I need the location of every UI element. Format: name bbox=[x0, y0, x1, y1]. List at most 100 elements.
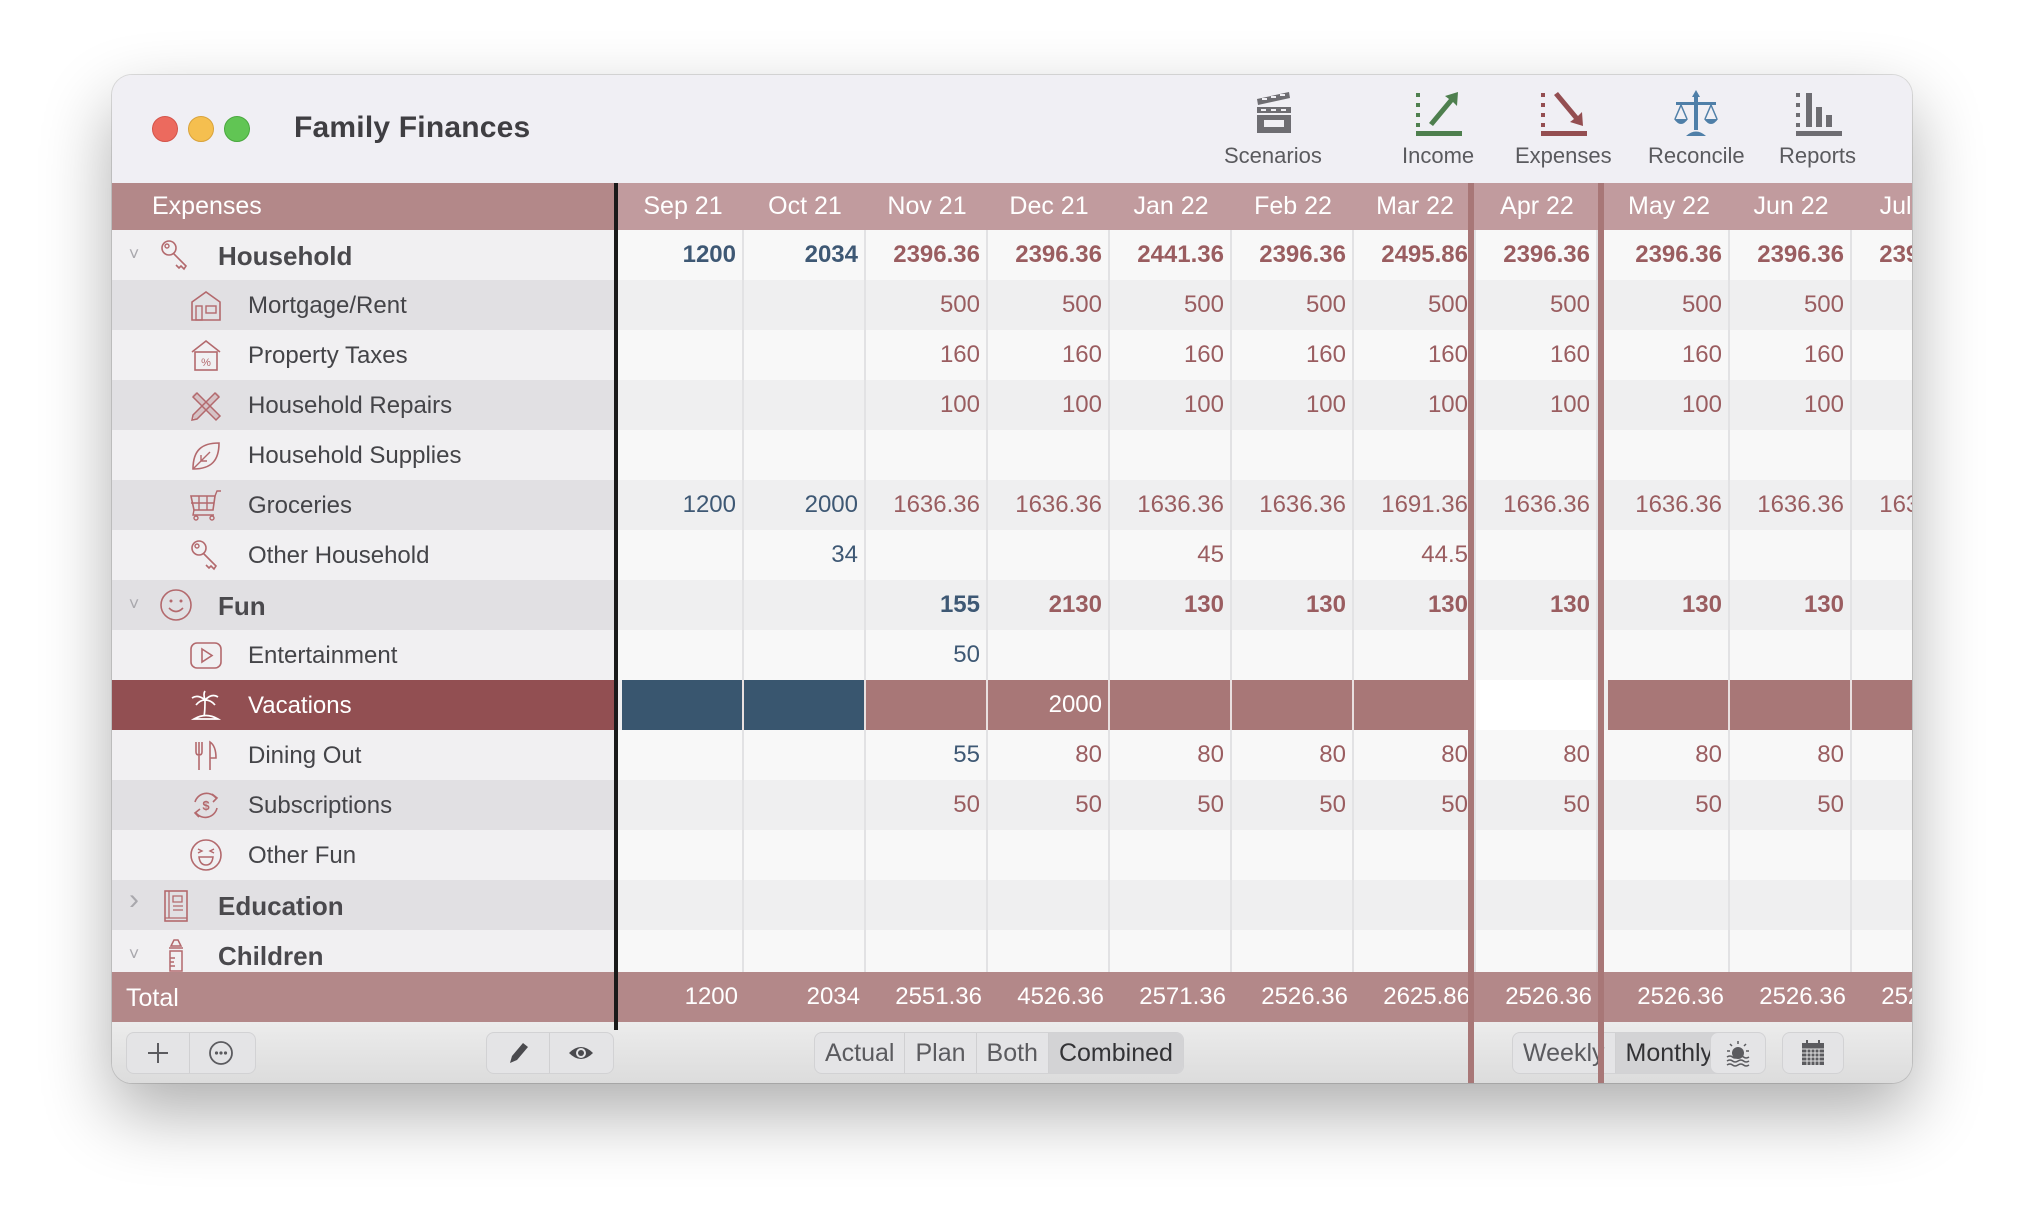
view-mode-combined[interactable]: Combined bbox=[1048, 1033, 1183, 1073]
reconcile-button[interactable]: Reconcile bbox=[1648, 89, 1745, 175]
value-cell[interactable] bbox=[744, 730, 866, 780]
column-header-feb-22[interactable]: Feb 22 bbox=[1232, 183, 1354, 230]
value-cell[interactable] bbox=[1476, 680, 1598, 730]
period-monthly[interactable]: Monthly bbox=[1615, 1033, 1724, 1073]
value-cell[interactable] bbox=[988, 830, 1110, 880]
column-header-may-22[interactable]: May 22 bbox=[1608, 183, 1730, 230]
value-cell[interactable]: 1636.36 bbox=[1110, 480, 1232, 530]
category-row-household-supplies[interactable]: Household Supplies bbox=[112, 430, 614, 480]
column-header-sep-21[interactable]: Sep 21 bbox=[622, 183, 744, 230]
category-row-household-repairs[interactable]: Household Repairs bbox=[112, 380, 614, 430]
value-cell[interactable] bbox=[1608, 430, 1730, 480]
value-cell[interactable] bbox=[866, 530, 988, 580]
category-row-property-taxes[interactable]: % Property Taxes bbox=[112, 330, 614, 380]
value-cell[interactable] bbox=[1354, 630, 1476, 680]
value-cell[interactable]: 160 bbox=[1730, 330, 1852, 380]
value-cell[interactable] bbox=[1608, 680, 1730, 730]
value-cell[interactable]: 1200 bbox=[622, 480, 744, 530]
value-cell[interactable] bbox=[866, 830, 988, 880]
value-cell[interactable] bbox=[1232, 880, 1354, 930]
value-cell[interactable]: 34 bbox=[744, 530, 866, 580]
value-cell[interactable]: 160 bbox=[1354, 330, 1476, 380]
value-cell[interactable]: 155 bbox=[866, 580, 988, 630]
income-button[interactable]: Income bbox=[1402, 89, 1474, 175]
value-cell[interactable] bbox=[988, 530, 1110, 580]
value-cell[interactable] bbox=[1232, 930, 1354, 972]
value-cell[interactable] bbox=[866, 930, 988, 972]
value-cell[interactable]: 1200 bbox=[622, 230, 744, 280]
column-header-dec-21[interactable]: Dec 21 bbox=[988, 183, 1110, 230]
value-cell[interactable] bbox=[744, 580, 866, 630]
value-cell[interactable] bbox=[866, 430, 988, 480]
value-cell[interactable]: 2495.86 bbox=[1354, 230, 1476, 280]
column-header-mar-22[interactable]: Mar 22 bbox=[1354, 183, 1476, 230]
value-cell[interactable] bbox=[1608, 630, 1730, 680]
value-cell[interactable]: 1636.36 bbox=[988, 480, 1110, 530]
value-cell[interactable] bbox=[744, 280, 866, 330]
value-cell[interactable]: 130 bbox=[1354, 580, 1476, 630]
value-cell[interactable]: 50 bbox=[1608, 780, 1730, 830]
category-row-mortgage-rent[interactable]: Mortgage/Rent bbox=[112, 280, 614, 330]
value-cell[interactable]: 100 bbox=[1110, 380, 1232, 430]
value-cell[interactable]: 1636.36 bbox=[1608, 480, 1730, 530]
value-cell[interactable]: 500 bbox=[988, 280, 1110, 330]
value-cell[interactable]: 50 bbox=[1110, 780, 1232, 830]
value-cell[interactable] bbox=[1608, 930, 1730, 972]
value-cell[interactable] bbox=[1852, 880, 1912, 930]
value-cell[interactable]: 2000 bbox=[744, 480, 866, 530]
value-cell[interactable]: 1636.36 bbox=[1476, 480, 1598, 530]
value-cell[interactable]: 80 bbox=[1110, 730, 1232, 780]
value-cell[interactable]: 160 bbox=[988, 330, 1110, 380]
value-cell[interactable] bbox=[622, 630, 744, 680]
value-cell[interactable]: 500 bbox=[1476, 280, 1598, 330]
value-cell[interactable] bbox=[1852, 930, 1912, 972]
value-cell[interactable]: 500 bbox=[1852, 280, 1912, 330]
value-cell[interactable]: 500 bbox=[1110, 280, 1232, 330]
value-cell[interactable]: 130 bbox=[1476, 580, 1598, 630]
value-cell[interactable] bbox=[1354, 680, 1476, 730]
chevron-down-icon[interactable]: ˅ bbox=[124, 594, 144, 614]
reports-button[interactable]: Reports bbox=[1779, 89, 1856, 175]
view-mode-plan[interactable]: Plan bbox=[905, 1033, 977, 1073]
value-cell[interactable]: 2130 bbox=[988, 580, 1110, 630]
value-cell[interactable] bbox=[1354, 930, 1476, 972]
value-cell[interactable]: 2396.36 bbox=[1608, 230, 1730, 280]
value-cell[interactable]: 2000 bbox=[988, 680, 1110, 730]
value-cell[interactable]: 55 bbox=[866, 730, 988, 780]
expenses-button[interactable]: Expenses bbox=[1515, 89, 1612, 175]
column-header-jul-22[interactable]: Jul 22 bbox=[1852, 183, 1912, 230]
value-cell[interactable]: 100 bbox=[988, 380, 1110, 430]
value-cell[interactable] bbox=[622, 330, 744, 380]
value-cell[interactable]: 160 bbox=[1232, 330, 1354, 380]
preview-button[interactable] bbox=[550, 1033, 612, 1073]
today-button[interactable] bbox=[1711, 1033, 1765, 1073]
value-cell[interactable] bbox=[622, 930, 744, 972]
value-cell[interactable]: 500 bbox=[1354, 280, 1476, 330]
value-cell[interactable] bbox=[1852, 630, 1912, 680]
value-cell[interactable]: 500 bbox=[1232, 280, 1354, 330]
value-cell[interactable] bbox=[1608, 880, 1730, 930]
value-cell[interactable] bbox=[1852, 780, 1912, 830]
value-cell[interactable] bbox=[1730, 880, 1852, 930]
value-cell[interactable]: 1636.36 bbox=[866, 480, 988, 530]
value-cell[interactable] bbox=[744, 830, 866, 880]
value-cell[interactable]: 80 bbox=[1608, 730, 1730, 780]
column-header-jan-22[interactable]: Jan 22 bbox=[1110, 183, 1232, 230]
value-cell[interactable] bbox=[1232, 630, 1354, 680]
period-weekly[interactable]: Weekly bbox=[1513, 1033, 1616, 1073]
minimize-button[interactable] bbox=[188, 116, 214, 142]
add-button[interactable] bbox=[127, 1033, 190, 1073]
value-cell[interactable]: 80 bbox=[1730, 730, 1852, 780]
value-cell[interactable] bbox=[744, 330, 866, 380]
value-cell[interactable] bbox=[744, 780, 866, 830]
value-cell[interactable] bbox=[1232, 680, 1354, 730]
value-cell[interactable] bbox=[622, 780, 744, 830]
value-cell[interactable]: 160 bbox=[1608, 330, 1730, 380]
value-cell[interactable] bbox=[1354, 830, 1476, 880]
category-row-dining-out[interactable]: Dining Out bbox=[112, 730, 614, 780]
value-cell[interactable]: 1636.36 bbox=[1730, 480, 1852, 530]
value-cell[interactable] bbox=[1476, 880, 1598, 930]
value-cell[interactable] bbox=[622, 280, 744, 330]
category-row-groceries[interactable]: Groceries bbox=[112, 480, 614, 530]
value-cell[interactable] bbox=[744, 930, 866, 972]
